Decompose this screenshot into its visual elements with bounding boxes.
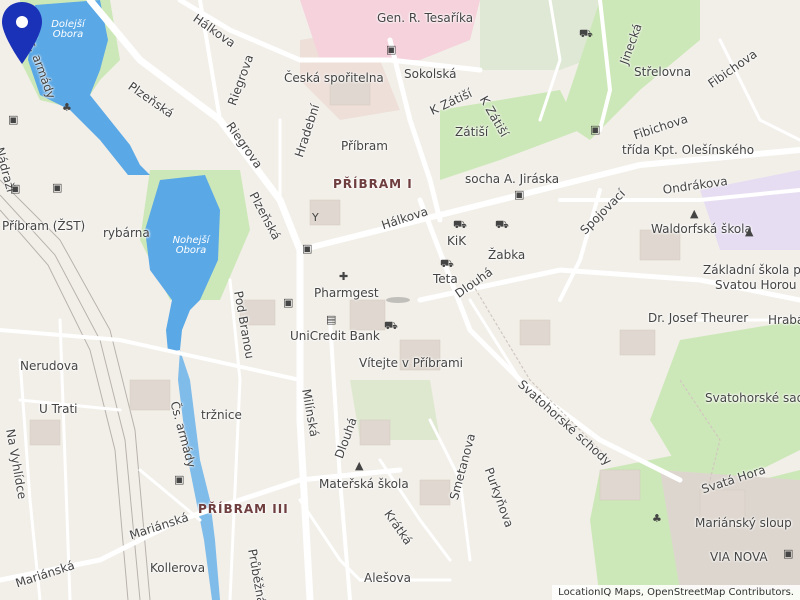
residential-area-svata-hora <box>660 470 800 590</box>
street-label: Alešova <box>364 571 411 585</box>
tree-icon: ♣ <box>62 101 72 114</box>
map-canvas[interactable]: PŘÍBRAM I PŘÍBRAM III Dolejší Obora Nohe… <box>0 0 800 600</box>
street-label: Hrabákova <box>768 313 800 327</box>
bus-stop-icon[interactable]: ▣ <box>283 297 293 308</box>
street-label: Sokolská <box>404 67 457 81</box>
place-label: VIA NOVA <box>710 550 768 564</box>
place-label: Svatou Horou <box>715 278 797 292</box>
pin-shadow <box>386 297 410 303</box>
place-label: Základní škola pod <box>703 263 800 277</box>
place-label: Waldorfská škola <box>651 222 752 236</box>
place-label: Vítejte v Příbrami <box>359 356 464 370</box>
place-label: Zátiší <box>455 125 489 139</box>
place-label: Mateřská škola <box>319 477 409 491</box>
water-label-nohejsi-obora: Nohejší Obora <box>172 235 210 256</box>
bus-stop-icon[interactable]: ▣ <box>10 183 20 194</box>
place-label: Žabka <box>488 248 526 262</box>
street-label: Nerudova <box>20 359 79 373</box>
bus-stop-icon[interactable]: ▣ <box>52 182 62 193</box>
street-label: třída Kpt. Olešínského <box>622 143 755 157</box>
map-attribution: LocationIQ Maps, OpenStreetMap Contribut… <box>552 585 800 600</box>
pharmacy-icon[interactable]: ✚ <box>339 271 348 282</box>
place-label: Teta <box>433 272 458 286</box>
bus-stop-icon[interactable]: ▣ <box>514 189 524 200</box>
place-label: rybárna <box>103 226 150 240</box>
place-label: Příbram <box>341 139 388 153</box>
place-label: Svatohorské sady <box>705 391 800 405</box>
place-label: Pharmgest <box>314 286 379 300</box>
place-label: UniCredit Bank <box>290 329 380 343</box>
street-label: U Trati <box>39 402 78 416</box>
shop-icon[interactable]: ⛟ <box>453 219 467 230</box>
bar-icon[interactable]: Y <box>312 212 319 223</box>
bus-stop-icon[interactable]: ▣ <box>386 44 396 55</box>
school-icon[interactable]: ▲ <box>355 460 363 471</box>
bus-stop-icon[interactable]: ▣ <box>174 474 184 485</box>
place-label: socha A. Jiráska <box>465 172 560 186</box>
location-pin-icon[interactable] <box>0 0 44 66</box>
map-base-layer <box>0 0 800 600</box>
place-label: KiK <box>447 234 467 248</box>
bank-icon[interactable]: ▤ <box>326 314 336 325</box>
shop-icon[interactable]: ⛟ <box>384 320 398 331</box>
place-label: tržnice <box>201 408 242 422</box>
place-label: Česká spořitelna <box>284 71 384 85</box>
water-label-dolejsi-obora: Dolejší Obora <box>51 19 85 40</box>
district-label-pribram-i: PŘÍBRAM I <box>333 177 413 191</box>
place-label: Mariánský sloup <box>695 516 792 530</box>
bus-stop-icon[interactable]: ▣ <box>590 124 600 135</box>
bus-stop-icon[interactable]: ▣ <box>302 243 312 254</box>
district-label-pribram-iii: PŘÍBRAM III <box>198 502 289 516</box>
school-icon[interactable]: ▲ <box>690 208 698 219</box>
tree-icon: ♣ <box>652 512 662 525</box>
place-label: Dr. Josef Theurer <box>648 311 749 325</box>
street-label: Kollerova <box>150 561 206 575</box>
bus-stop-icon[interactable]: ▣ <box>8 114 18 125</box>
place-label: Příbram (ŽST) <box>2 219 86 233</box>
school-icon[interactable]: ▲ <box>745 226 753 237</box>
shop-icon[interactable]: ⛟ <box>440 258 454 269</box>
shop-icon[interactable]: ⛟ <box>495 219 509 230</box>
place-label: Gen. R. Tesaříka <box>377 11 474 25</box>
shop-icon[interactable]: ⛟ <box>579 28 593 39</box>
place-label: Střelovna <box>634 65 692 79</box>
bus-stop-icon[interactable]: ▣ <box>783 548 793 559</box>
